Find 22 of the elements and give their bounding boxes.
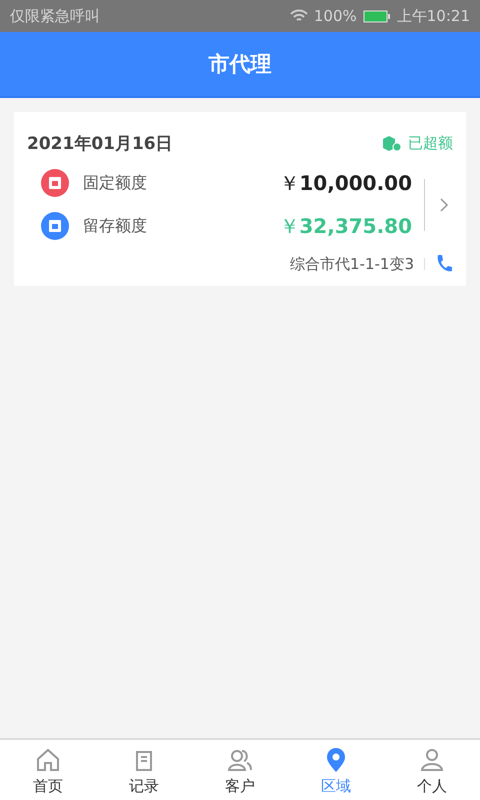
quota-label: 固定额度 (83, 172, 148, 194)
quota-amount: ￥10,000.00 (279, 170, 412, 196)
wifi-icon (290, 9, 308, 23)
date-text: 2021年01月16日 (27, 133, 174, 155)
tab-item[interactable]: 首页 (0, 740, 96, 800)
page-title: 市代理 (208, 51, 272, 78)
tab-item[interactable]: 记录 (96, 740, 192, 800)
phone-icon[interactable] (435, 254, 453, 274)
chevron-right-icon[interactable] (439, 196, 449, 212)
battery-percent: 100% (314, 7, 357, 25)
tab-item[interactable]: 个人 (384, 740, 480, 800)
agent-name: 综合市代1-1-1变3 (290, 254, 414, 274)
person-icon (418, 746, 446, 774)
quota-amount: ￥32,375.80 (279, 212, 412, 240)
status-text: 仅限紧急呼叫 (10, 6, 100, 26)
tab-item[interactable]: 客户 (192, 740, 288, 800)
badge-icon (382, 134, 402, 152)
battery-icon (362, 10, 391, 22)
quota-label: 留存额度 (83, 216, 148, 236)
over-limit-status: 已超额 (408, 134, 453, 153)
clock-time: 上午10:21 (396, 6, 470, 26)
home-icon (34, 746, 62, 774)
